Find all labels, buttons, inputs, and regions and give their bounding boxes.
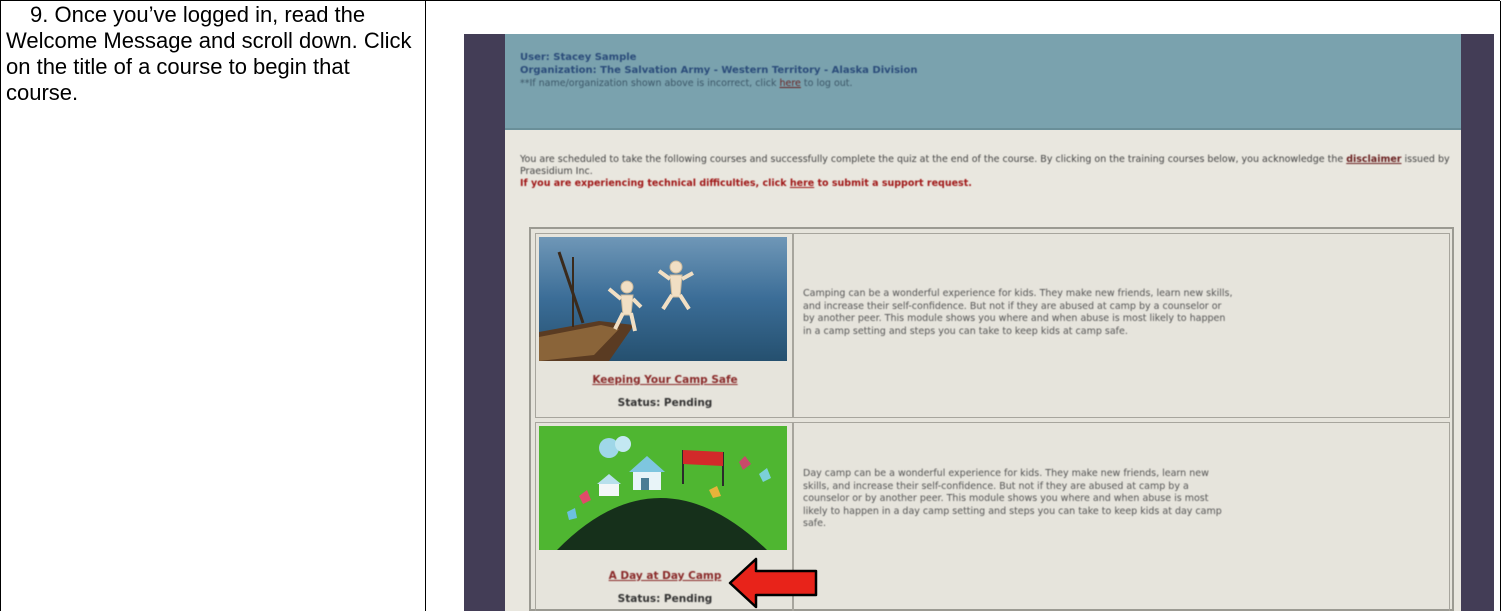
course-title-link[interactable]: Keeping Your Camp Safe [536,374,794,386]
logout-note-text: **If name/organization shown above is in… [520,78,780,89]
warning-text: If you are experiencing technical diffic… [520,178,790,189]
logout-note: **If name/organization shown above is in… [520,78,853,90]
logout-note-end: to log out. [800,78,853,89]
user-header: User: Stacey Sample Organization: The Sa… [505,34,1461,130]
intro-text: You are scheduled to take the following … [520,154,1450,190]
course-description: Day camp can be a wonderful experience f… [803,468,1222,529]
course-row: A Day at Day Camp Status: Pending Day ca… [535,422,1450,611]
instruction-text: 9. Once you’ve logged in, read the Welco… [6,2,418,106]
organization-name: Organization: The Salvation Army - Weste… [520,65,918,76]
warning-text-end: to submit a support request. [814,178,972,189]
course-list: Keeping Your Camp Safe Status: Pending C… [529,227,1454,611]
support-link[interactable]: here [790,178,814,189]
course-image-cell: Keeping Your Camp Safe Status: Pending [536,234,794,417]
course-status: Status: Pending [617,397,713,409]
step-text: Once you’ve logged in, read the Welcome … [6,2,412,105]
step-number: 9. [30,2,49,27]
logout-link[interactable]: here [779,78,800,89]
intro-line: You are scheduled to take the following … [520,154,1347,165]
course-portal-page: User: Stacey Sample Organization: The Sa… [505,34,1461,611]
user-name: User: Stacey Sample [520,52,637,63]
course-thumbnail-kids-jumping[interactable] [539,237,787,361]
embedded-screenshot: User: Stacey Sample Organization: The Sa… [464,34,1494,611]
course-row: Keeping Your Camp Safe Status: Pending C… [535,233,1450,418]
instruction-cell: 9. Once you’ve logged in, read the Welco… [1,1,426,611]
disclaimer-link[interactable]: disclaimer [1346,154,1401,165]
support-warning: If you are experiencing technical diffic… [520,178,972,189]
left-arrow-icon [728,557,818,609]
course-thumbnail-day-camp[interactable] [539,426,787,550]
course-description: Camping can be a wonderful experience fo… [803,288,1233,337]
